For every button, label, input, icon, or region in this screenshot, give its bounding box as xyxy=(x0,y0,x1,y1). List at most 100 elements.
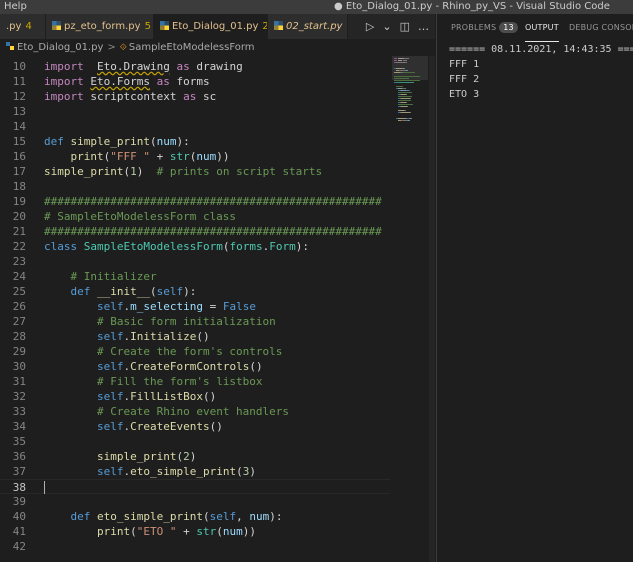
chevron-down-icon[interactable]: ⌄ xyxy=(382,20,391,33)
minimap[interactable] xyxy=(392,56,428,562)
code-line[interactable]: 11 import Eto.Forms as forms xyxy=(0,74,390,89)
code-line[interactable]: 13 xyxy=(0,104,390,119)
code-text: class SampleEtoModelessForm(forms.Form): xyxy=(44,240,309,253)
breadcrumb-separator: > xyxy=(107,42,116,53)
code-line[interactable]: 20 # SampleEtoModelessForm class xyxy=(0,209,390,224)
minimap-stroke xyxy=(406,102,407,103)
line-number: 22 xyxy=(12,240,26,253)
output-log[interactable]: ====== 08.11.2021, 14:43:35 ====== FFF 1… xyxy=(449,42,633,102)
code-line[interactable]: 36 simple_print(2) xyxy=(0,449,390,464)
line-number: 14 xyxy=(12,120,26,133)
minimap-stroke xyxy=(404,68,405,69)
minimap-stroke xyxy=(403,60,407,61)
line-number: 29 xyxy=(12,345,26,358)
line-number: 18 xyxy=(12,180,26,193)
breadcrumb-symbol[interactable]: SampleEtoModelessForm xyxy=(129,42,255,53)
line-number: 24 xyxy=(12,270,26,283)
output-line: FFF 1 xyxy=(449,59,480,70)
minimap-stroke xyxy=(411,118,412,119)
code-line[interactable]: 22 class SampleEtoModelessForm(forms.Form… xyxy=(0,239,390,254)
tab-label: Eto_Dialog_01.py xyxy=(172,21,259,32)
code-line[interactable]: 19 ######################################… xyxy=(0,194,390,209)
minimap-stroke xyxy=(405,62,407,63)
editor-tab-bar: .py4 pz_eto_form.py5 Eto_Dialog_01.py2 0… xyxy=(0,14,435,39)
split-editor-icon[interactable]: ◫ xyxy=(400,20,410,33)
code-line[interactable]: 35 xyxy=(0,434,390,449)
minimap-stroke xyxy=(405,94,407,95)
code-text: ########################################… xyxy=(44,195,382,208)
line-number: 19 xyxy=(12,195,26,208)
code-line[interactable]: 27 # Basic form initialization xyxy=(0,314,390,329)
code-line[interactable]: 17 simple_print(1) # prints on script sta… xyxy=(0,164,390,179)
run-icon[interactable]: ▷ xyxy=(366,20,374,33)
line-number: 12 xyxy=(12,90,26,103)
more-actions-icon[interactable]: … xyxy=(418,20,429,33)
code-line[interactable]: 15 def simple_print(num): xyxy=(0,134,390,149)
editor-area: .py4 pz_eto_form.py5 Eto_Dialog_01.py2 0… xyxy=(0,14,435,562)
minimap-stroke xyxy=(394,76,420,77)
menu-help[interactable]: Help xyxy=(4,0,27,14)
line-number: 39 xyxy=(12,495,26,508)
minimap-stroke xyxy=(404,88,406,89)
code-editor[interactable]: 10 import Eto.Drawing as drawing 11 import … xyxy=(0,59,390,562)
breadcrumb-file[interactable]: Eto_Dialog_01.py xyxy=(17,42,103,53)
tab-problems[interactable]: PROBLEMS 13 xyxy=(451,14,518,42)
output-panel: PROBLEMS13 OUTPUT DEBUG CONSOLE ====== 0… xyxy=(436,14,633,562)
line-number: 37 xyxy=(12,465,26,478)
code-line[interactable]: 23 xyxy=(0,254,390,269)
code-line[interactable]: 38 xyxy=(0,479,390,494)
line-number: 13 xyxy=(12,105,26,118)
python-file-icon xyxy=(6,42,14,50)
code-text: # Create Rhino event handlers xyxy=(96,405,290,418)
title-bar: Help ● Eto_Dialog_01.py - Rhino_py_VS - … xyxy=(0,0,633,14)
problem-count: 1 xyxy=(346,21,347,32)
tab-output[interactable]: OUTPUT xyxy=(525,14,559,42)
line-number: 15 xyxy=(12,135,26,148)
code-line[interactable]: 34 self.CreateEvents() xyxy=(0,419,390,434)
line-number: 33 xyxy=(12,405,26,418)
code-line[interactable]: 24 # Initializer xyxy=(0,269,390,284)
minimap-stroke xyxy=(409,112,411,113)
code-text: def simple_print(num): xyxy=(44,135,190,148)
code-line[interactable]: 14 xyxy=(0,119,390,134)
editor-tab[interactable]: .py 4 xyxy=(0,14,46,39)
minimap-stroke xyxy=(402,72,415,73)
editor-scrollbar[interactable] xyxy=(429,56,435,562)
code-line[interactable]: 39 xyxy=(0,494,390,509)
minimap-stroke xyxy=(398,92,412,93)
line-number: 34 xyxy=(12,420,26,433)
minimap-stroke xyxy=(397,82,408,83)
editor-tab-active[interactable]: Eto_Dialog_01.py2 xyxy=(154,14,268,39)
code-line[interactable]: 21 ######################################… xyxy=(0,224,390,239)
code-line[interactable]: 41 print("ETO " + str(num)) xyxy=(0,524,390,539)
line-number: 27 xyxy=(12,315,26,328)
code-line[interactable]: 16 print("FFF " + str(num)) xyxy=(0,149,390,164)
code-line[interactable]: 18 xyxy=(0,179,390,194)
breadcrumb: Eto_Dialog_01.py > ⟐ SampleEtoModelessForm xyxy=(0,39,435,56)
code-line[interactable]: 10 import Eto.Drawing as drawing xyxy=(0,59,390,74)
code-line[interactable]: 12 import scriptcontext as sc xyxy=(0,89,390,104)
code-line[interactable]: 33 # Create Rhino event handlers xyxy=(0,404,390,419)
minimap-stroke xyxy=(413,82,414,83)
code-text: self.CreateEvents() xyxy=(96,420,223,433)
editor-tab-preview[interactable]: 02_start.py1 xyxy=(268,14,348,39)
code-line[interactable]: 26 self.m_selecting = False xyxy=(0,299,390,314)
code-line[interactable]: 28 self.Initialize() xyxy=(0,329,390,344)
line-number: 26 xyxy=(12,300,26,313)
code-text: self.CreateFormControls() xyxy=(96,360,263,373)
output-line: ====== 08.11.2021, 14:43:35 ====== xyxy=(449,44,633,55)
editor-tab[interactable]: pz_eto_form.py 5 xyxy=(46,14,154,39)
code-line[interactable]: 37 self.eto_simple_print(3) xyxy=(0,464,390,479)
output-line: ETO 3 xyxy=(449,89,480,100)
code-line[interactable]: 42 xyxy=(0,539,390,554)
tab-debug-console[interactable]: DEBUG CONSOLE xyxy=(569,14,633,42)
code-line[interactable]: 40 def eto_simple_print(self, num): xyxy=(0,509,390,524)
line-number: 28 xyxy=(12,330,26,343)
code-line[interactable]: 25 def __init__(self): xyxy=(0,284,390,299)
code-text: simple_print(1) # prints on script start… xyxy=(44,165,323,178)
code-line[interactable]: 32 self.FillListBox() xyxy=(0,389,390,404)
code-line[interactable]: 29 # Create the form's controls xyxy=(0,344,390,359)
tab-label: 02_start.py xyxy=(286,21,343,32)
code-line[interactable]: 31 # Fill the form's listbox xyxy=(0,374,390,389)
code-line[interactable]: 30 self.CreateFormControls() xyxy=(0,359,390,374)
